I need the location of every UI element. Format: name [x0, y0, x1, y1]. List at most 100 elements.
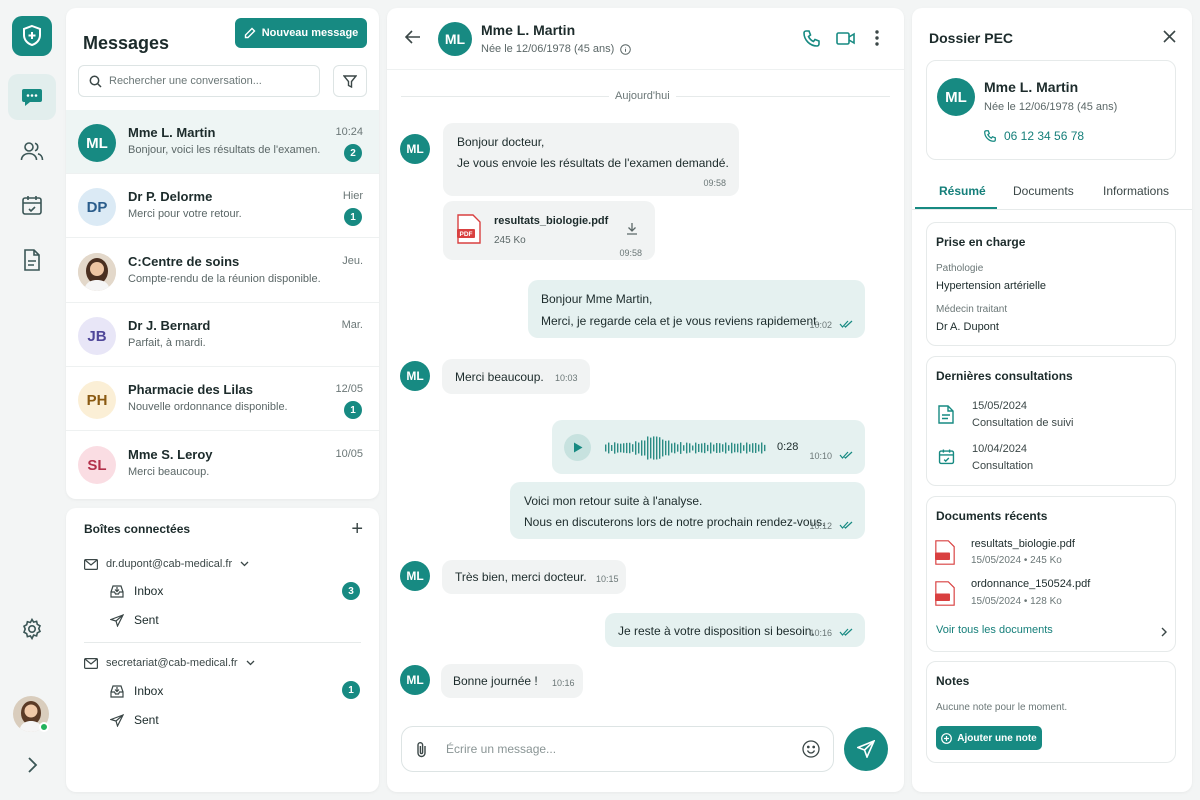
prise-en-charge-section: Prise en charge Pathologie Hypertension …: [926, 222, 1176, 346]
close-icon[interactable]: [1163, 30, 1176, 43]
conversation-item[interactable]: DP Dr P. Delorme Merci pour votre retour…: [66, 174, 379, 238]
waveform-bar: [686, 442, 688, 454]
gear-icon: [22, 617, 42, 641]
account-dropdown[interactable]: secretariat@cab-medical.fr: [84, 657, 255, 669]
waveform-bar: [722, 444, 724, 452]
pdf-icon: PDF: [457, 214, 481, 244]
pdf-icon: [935, 581, 955, 606]
tab-informations[interactable]: Informations: [1103, 184, 1169, 198]
waveform-bar: [644, 440, 646, 456]
folder-inbox[interactable]: Inbox: [110, 684, 163, 698]
message-text: Voici mon retour suite à l'analyse.: [524, 494, 703, 508]
message-text: Bonjour Mme Martin,: [541, 292, 653, 306]
waveform-bar: [737, 443, 739, 453]
paperclip-icon[interactable]: [416, 741, 427, 758]
play-button[interactable]: [564, 434, 591, 461]
new-message-button[interactable]: Nouveau message: [235, 18, 367, 48]
chat-icon: [22, 89, 42, 106]
message-composer[interactable]: Écrire un message...: [401, 726, 834, 772]
emoji-icon[interactable]: [802, 740, 820, 758]
dossier-tabs: Résumé Documents Informations: [912, 178, 1192, 210]
conversation-name: Pharmacie des Lilas: [128, 382, 254, 397]
document-icon: [938, 405, 954, 424]
tab-resume[interactable]: Résumé: [939, 184, 986, 198]
document-meta: 15/05/2024 • 128 Ko: [971, 596, 1062, 607]
voice-message[interactable]: 0:28 10:10: [552, 420, 865, 474]
document-name[interactable]: ordonnance_150524.pdf: [971, 578, 1090, 590]
waveform-bar: [704, 442, 706, 454]
file-attachment[interactable]: PDF resultats_biologie.pdf 245 Ko 09:58: [443, 201, 655, 260]
message-text: Bonjour docteur,: [457, 135, 545, 149]
message-time: 10:15: [596, 574, 619, 584]
app-logo[interactable]: [12, 16, 52, 56]
waveform-bar: [635, 441, 637, 455]
chat-contact-name: Mme L. Martin: [481, 22, 576, 38]
waveform-bar: [680, 442, 682, 454]
document-meta: 15/05/2024 • 245 Ko: [971, 555, 1062, 566]
nav-settings[interactable]: [8, 606, 56, 652]
unread-badge: 1: [342, 681, 360, 699]
nav-messages[interactable]: [8, 74, 56, 120]
document-name[interactable]: resultats_biologie.pdf: [971, 538, 1075, 550]
mail-icon: [84, 657, 98, 669]
conversation-item[interactable]: JB Dr J. Bernard Parfait, à mardi. Mar.: [66, 303, 379, 367]
waveform-bar: [632, 444, 634, 452]
new-message-label: Nouveau message: [261, 27, 359, 39]
folder-inbox[interactable]: Inbox: [110, 584, 163, 598]
conversation-item[interactable]: C:Centre de soins Compte-rendu de la réu…: [66, 239, 379, 303]
unread-badge: 1: [344, 208, 362, 226]
avatar: ML: [438, 22, 472, 56]
more-vertical-icon[interactable]: [875, 30, 879, 46]
inbox-icon: [110, 584, 124, 598]
conversation-name: Dr J. Bernard: [128, 318, 211, 333]
add-note-button[interactable]: Ajouter une note: [936, 726, 1042, 750]
avatar: PH: [78, 381, 116, 419]
account-email: secretariat@cab-medical.fr: [106, 657, 238, 669]
waveform-bar: [758, 444, 760, 452]
medecin-value: Dr A. Dupont: [936, 321, 999, 333]
waveform-bar: [689, 443, 691, 453]
chevron-right-icon[interactable]: [1161, 627, 1167, 637]
back-arrow-icon[interactable]: [405, 30, 421, 44]
phone-icon[interactable]: [803, 30, 820, 47]
patient-phone-link[interactable]: 06 12 34 56 78: [984, 129, 1084, 143]
file-size: 245 Ko: [494, 235, 526, 246]
message-text: Nous en discuterons lors de notre procha…: [524, 515, 826, 529]
see-all-documents-link[interactable]: Voir tous les documents: [936, 624, 1053, 636]
conversation-name: C:Centre de soins: [128, 254, 240, 269]
nav-documents[interactable]: [8, 237, 56, 283]
filter-button[interactable]: [333, 65, 367, 97]
conversation-preview: Nouvelle ordonnance disponible.: [128, 401, 288, 413]
dossier-panel: Dossier PEC ML Mme L. Martin Née le 12/0…: [912, 8, 1192, 792]
calendar-icon: [22, 196, 42, 215]
add-note-label: Ajouter une note: [957, 732, 1037, 744]
send-button[interactable]: [844, 727, 888, 771]
conversation-item[interactable]: ML Mme L. Martin Bonjour, voici les résu…: [66, 110, 379, 174]
waveform-bar: [638, 442, 640, 454]
nav-patients[interactable]: [8, 128, 56, 174]
conversation-name: Mme S. Leroy: [128, 447, 213, 462]
waveform-bar: [725, 442, 727, 454]
folder-sent[interactable]: Sent: [110, 713, 159, 727]
video-icon[interactable]: [836, 32, 855, 45]
info-icon[interactable]: [620, 43, 632, 55]
waveform-bar: [659, 437, 661, 459]
tab-documents[interactable]: Documents: [1013, 184, 1074, 198]
folder-sent[interactable]: Sent: [110, 613, 159, 627]
add-box-button[interactable]: +: [351, 518, 363, 541]
download-icon[interactable]: [626, 222, 638, 235]
expand-rail-button[interactable]: [8, 742, 56, 788]
search-icon: [89, 75, 102, 88]
conversation-item[interactable]: SL Mme S. Leroy Merci beaucoup. 10/05: [66, 432, 379, 496]
section-title: Prise en charge: [936, 235, 1026, 249]
account-dropdown[interactable]: dr.dupont@cab-medical.fr: [84, 558, 249, 570]
search-input[interactable]: Rechercher une conversation...: [78, 65, 320, 97]
waveform-bar: [671, 443, 673, 453]
waveform-bar: [683, 445, 685, 451]
phone-icon: [984, 130, 996, 142]
waveform-bar: [692, 445, 694, 451]
conversation-item[interactable]: PH Pharmacie des Lilas Nouvelle ordonnan…: [66, 367, 379, 431]
nav-agenda[interactable]: [8, 182, 56, 228]
message-time: 10:16: [552, 678, 575, 688]
waveform-bar: [629, 442, 631, 454]
